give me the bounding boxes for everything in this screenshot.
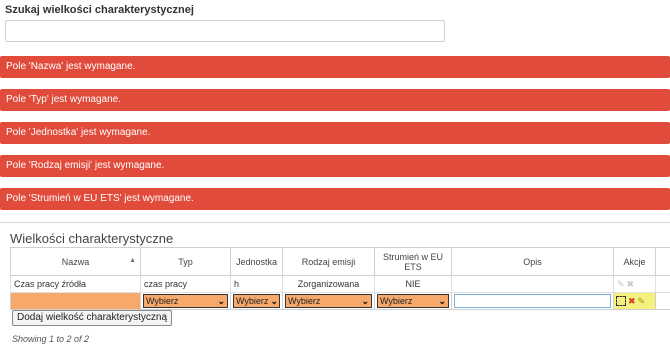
column-header-typ[interactable]: Typ <box>140 247 231 276</box>
new-strumien-cell: Wybierz ⌄ <box>374 292 452 310</box>
new-typ-select[interactable]: Wybierz ⌄ <box>143 294 228 308</box>
new-rodzaj-select[interactable]: Wybierz ⌄ <box>285 294 372 308</box>
chevron-down-icon: ⌄ <box>361 295 369 306</box>
new-row-editor: Wybierz ⌄ Wybierz ⌄ Wybierz ⌄ Wybierz ⌄ ✖ ✎ <box>10 292 670 310</box>
column-header-nazwa[interactable]: Nazwa ▲ <box>10 247 141 276</box>
cell-spacer <box>655 292 670 310</box>
edit-pencil-icon[interactable]: ✎ <box>638 296 646 307</box>
panel-title: Wielkości charakterystyczne <box>10 231 174 246</box>
cell-akcje: ✎ ✖ <box>613 275 656 293</box>
cell-spacer <box>655 275 670 293</box>
new-jednostka-select[interactable]: Wybierz ⌄ <box>233 294 280 308</box>
characteristic-values-panel: Wielkości charakterystyczne Nazwa ▲ Typ J… <box>0 222 670 355</box>
new-strumien-select[interactable]: Wybierz ⌄ <box>377 294 449 308</box>
cancel-icon[interactable]: ✖ <box>628 296 636 307</box>
characteristic-values-table: Nazwa ▲ Typ Jednostka Rodzaj emisji Strum… <box>10 247 670 310</box>
new-jednostka-cell: Wybierz ⌄ <box>230 292 283 310</box>
cell-rodzaj-emisji: Zorganizowana <box>282 275 375 293</box>
alert-strumien-required: Pole 'Strumień w EU ETS' jest wymagane. <box>0 188 670 210</box>
add-characteristic-button[interactable]: Dodaj wielkość charakterystyczną <box>12 310 173 326</box>
alert-rodzaj-required: Pole 'Rodzaj emisji' jest wymagane. <box>0 155 670 177</box>
column-header-rodzaj-emisji[interactable]: Rodzaj emisji <box>282 247 375 276</box>
chevron-down-icon: ⌄ <box>270 295 278 306</box>
alert-jednostka-required: Pole 'Jednostka' jest wymagane. <box>0 122 670 144</box>
new-rodzaj-cell: Wybierz ⌄ <box>282 292 375 310</box>
delete-icon[interactable]: ✖ <box>627 279 635 290</box>
new-typ-cell: Wybierz ⌄ <box>140 292 231 310</box>
cell-opis <box>451 275 614 293</box>
column-header-akcje: Akcje <box>613 247 656 276</box>
search-input[interactable] <box>5 20 445 42</box>
new-row-actions: ✖ ✎ <box>613 292 656 310</box>
cell-nazwa: Czas pracy źródła <box>10 275 141 293</box>
column-header-strumien[interactable]: Strumień w EU ETS <box>374 247 452 276</box>
chevron-down-icon: ⌄ <box>217 295 225 306</box>
search-label: Szukaj wielkości charakterystycznej <box>5 4 194 16</box>
new-opis-cell <box>451 292 614 310</box>
alert-nazwa-required: Pole 'Nazwa' jest wymagane. <box>0 56 670 78</box>
column-header-jednostka[interactable]: Jednostka <box>230 247 283 276</box>
column-header-opis[interactable]: Opis <box>451 247 614 276</box>
cell-typ: czas pracy <box>140 275 231 293</box>
alert-typ-required: Pole 'Typ' jest wymagane. <box>0 89 670 111</box>
column-header-spacer <box>655 247 670 276</box>
new-opis-input[interactable] <box>454 294 611 308</box>
table-row[interactable]: Czas pracy źródła czas pracy h Zorganizo… <box>10 275 670 293</box>
chevron-down-icon: ⌄ <box>438 295 446 306</box>
save-icon[interactable] <box>616 296 626 307</box>
cell-jednostka: h <box>230 275 283 293</box>
edit-icon[interactable]: ✎ <box>617 279 625 290</box>
new-nazwa-input[interactable] <box>10 292 141 310</box>
sort-icon: ▲ <box>129 257 136 264</box>
cell-strumien: NIE <box>374 275 452 293</box>
pagination-info: Showing 1 to 2 of 2 <box>12 334 90 344</box>
